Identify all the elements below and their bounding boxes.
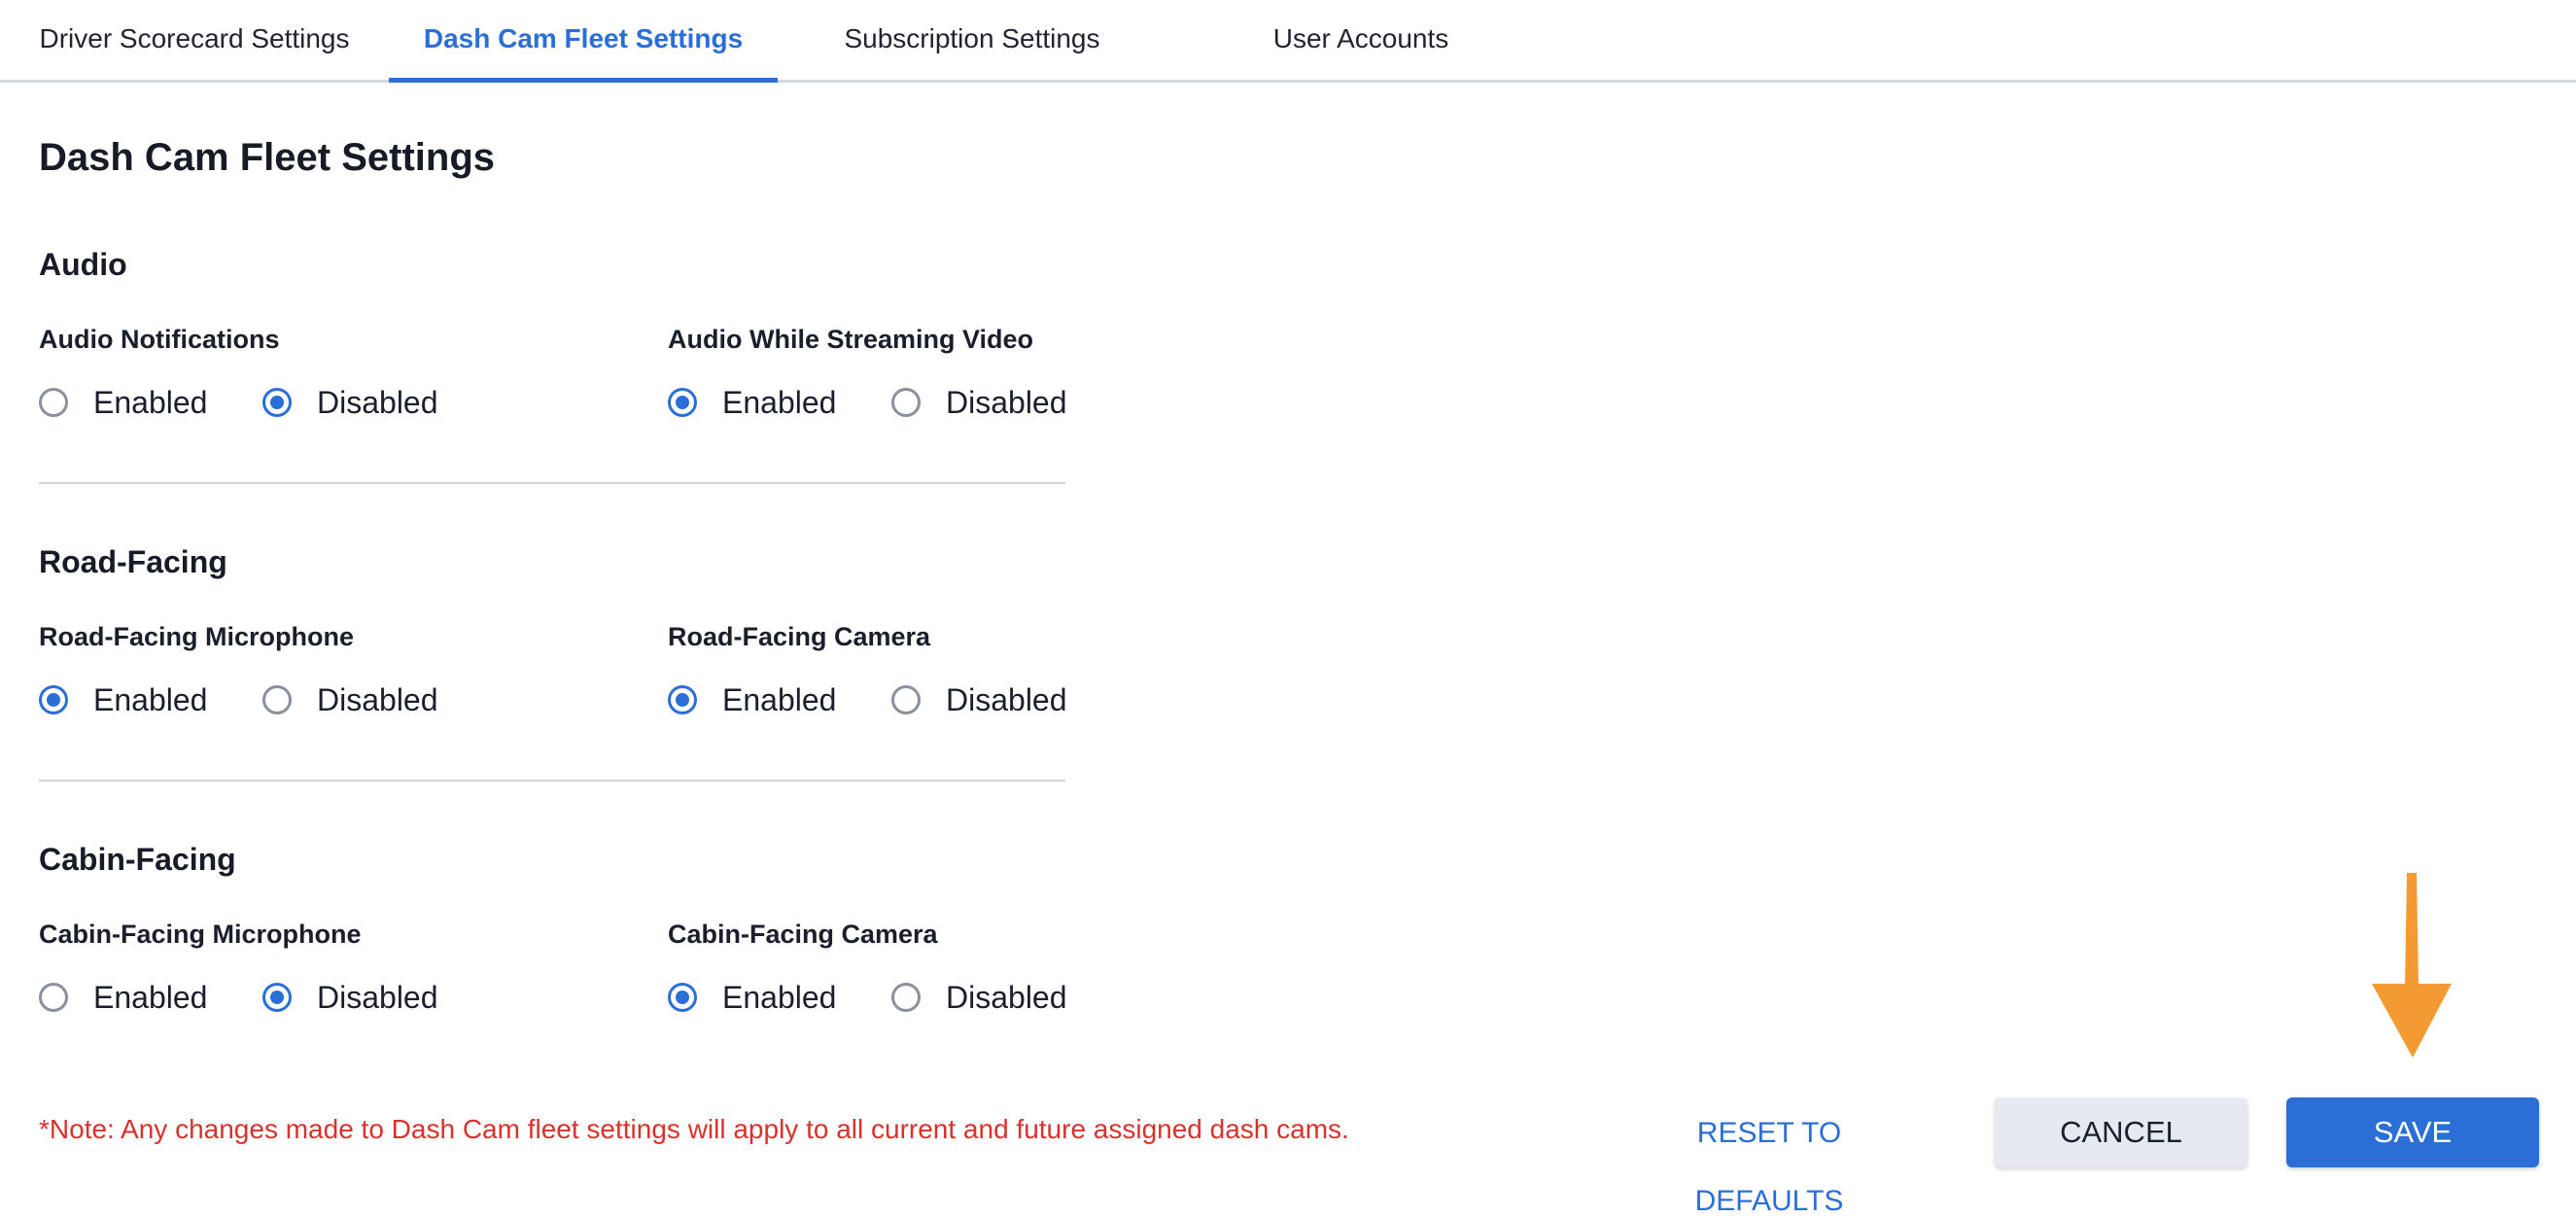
radio-label: Disabled	[317, 979, 438, 1015]
settings-page: Driver Scorecard Settings Dash Cam Fleet…	[0, 0, 2576, 1217]
field-label-cabin-facing-camera: Cabin-Facing Camera	[668, 920, 938, 949]
tab-dash-cam-fleet-settings[interactable]: Dash Cam Fleet Settings	[389, 0, 778, 83]
arrow-shaft	[2405, 873, 2419, 988]
section-divider	[39, 482, 1065, 484]
radio-circle[interactable]	[891, 983, 921, 1012]
section-title-audio: Audio	[39, 247, 127, 282]
field-label-road-facing-microphone: Road-Facing Microphone	[39, 622, 354, 651]
section-title-cabin-facing: Cabin-Facing	[39, 842, 236, 877]
tab-user-accounts[interactable]: User Accounts	[1166, 0, 1555, 80]
radio-circle[interactable]	[668, 983, 697, 1012]
radio-circle[interactable]	[891, 685, 921, 714]
reset-to-defaults-button[interactable]: RESET TO DEFAULTS	[1614, 1098, 1925, 1217]
radio-label: Enabled	[722, 384, 837, 420]
field-label-audio-notifications: Audio Notifications	[39, 325, 280, 354]
radio-label: Enabled	[93, 979, 208, 1015]
radio-road-camera-enabled[interactable]: Enabled	[668, 678, 836, 721]
radio-circle[interactable]	[668, 388, 697, 417]
page-title: Dash Cam Fleet Settings	[39, 136, 496, 179]
radio-label: Disabled	[946, 384, 1067, 420]
radio-road-microphone-enabled[interactable]: Enabled	[39, 678, 207, 721]
radio-label: Enabled	[93, 384, 208, 420]
arrow-down-icon	[2372, 873, 2452, 1058]
arrow-head	[2372, 984, 2452, 1058]
radio-label: Enabled	[93, 681, 208, 717]
tab-driver-scorecard-settings[interactable]: Driver Scorecard Settings	[0, 0, 389, 80]
radio-audio-streaming-disabled[interactable]: Disabled	[891, 381, 1067, 424]
radio-label: Disabled	[317, 681, 438, 717]
radio-circle[interactable]	[39, 983, 68, 1012]
field-label-road-facing-camera: Road-Facing Camera	[668, 622, 931, 651]
save-button[interactable]: SAVE	[2286, 1097, 2539, 1167]
radio-road-camera-disabled[interactable]: Disabled	[891, 678, 1067, 721]
radio-label: Disabled	[946, 979, 1067, 1015]
radio-circle[interactable]	[262, 685, 292, 714]
radio-circle[interactable]	[39, 388, 68, 417]
field-label-cabin-facing-microphone: Cabin-Facing Microphone	[39, 920, 362, 949]
radio-label: Disabled	[317, 384, 438, 420]
radio-circle[interactable]	[262, 388, 292, 417]
radio-circle[interactable]	[39, 685, 68, 714]
radio-label: Disabled	[946, 681, 1067, 717]
radio-cabin-microphone-disabled[interactable]: Disabled	[262, 976, 438, 1019]
radio-audio-notifications-enabled[interactable]: Enabled	[39, 381, 207, 424]
radio-cabin-microphone-enabled[interactable]: Enabled	[39, 976, 207, 1019]
radio-road-microphone-disabled[interactable]: Disabled	[262, 678, 438, 721]
section-title-road-facing: Road-Facing	[39, 544, 227, 579]
radio-cabin-camera-enabled[interactable]: Enabled	[668, 976, 836, 1019]
radio-circle[interactable]	[891, 388, 921, 417]
field-label-audio-while-streaming-video: Audio While Streaming Video	[668, 325, 1034, 354]
fleet-settings-note: *Note: Any changes made to Dash Cam flee…	[39, 1114, 1349, 1144]
cancel-button[interactable]: CANCEL	[1995, 1097, 2247, 1167]
radio-audio-notifications-disabled[interactable]: Disabled	[262, 381, 438, 424]
tab-bar: Driver Scorecard Settings Dash Cam Fleet…	[0, 0, 2576, 83]
radio-label: Enabled	[722, 681, 837, 717]
tab-subscription-settings[interactable]: Subscription Settings	[778, 0, 1166, 80]
radio-label: Enabled	[722, 979, 837, 1015]
radio-circle[interactable]	[262, 983, 292, 1012]
radio-circle[interactable]	[668, 685, 697, 714]
radio-cabin-camera-disabled[interactable]: Disabled	[891, 976, 1067, 1019]
section-divider	[39, 780, 1065, 782]
radio-audio-streaming-enabled[interactable]: Enabled	[668, 381, 836, 424]
